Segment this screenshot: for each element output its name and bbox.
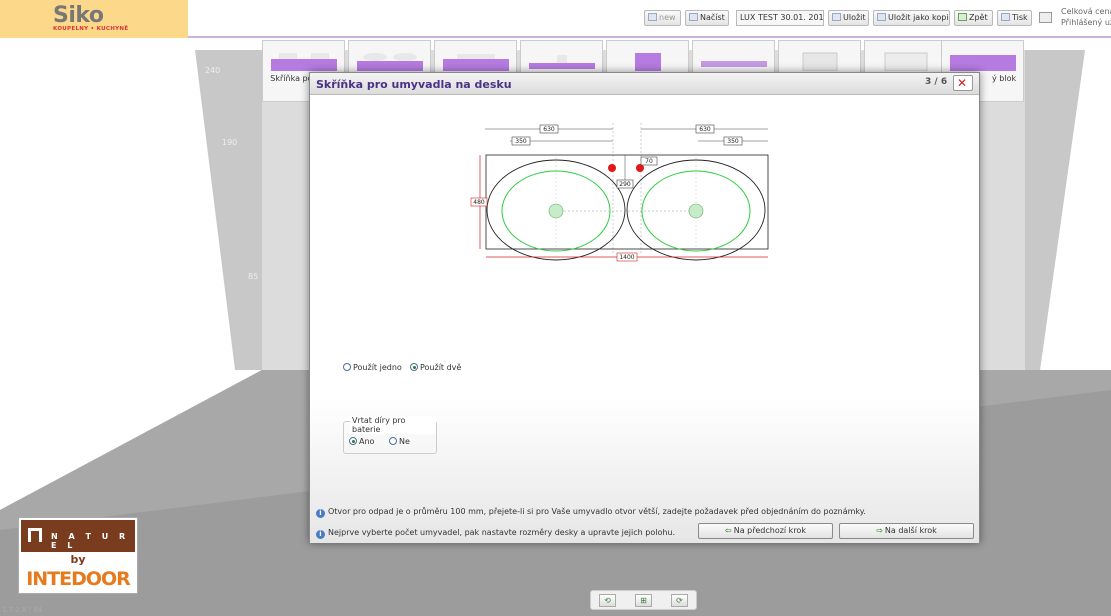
close-button[interactable]: ✕ [953, 75, 973, 91]
reset-icon: ⟳ [676, 596, 683, 605]
dialog-body: 630 350 630 350 70 290 480 1400 Použít j… [310, 95, 979, 543]
new-icon [648, 13, 657, 21]
level-label: 85 [248, 272, 259, 281]
dim-350-left: 350 [515, 138, 527, 145]
naturel-intedoor-logo: N A T U R E L by INTEDOOR [18, 517, 138, 594]
info-icon: i [316, 530, 325, 539]
wizard-dialog: Skříňka pro umyvadla na desku 3 / 6 ✕ 63… [309, 72, 980, 543]
dim-290: 290 [619, 181, 631, 188]
board-image [701, 61, 767, 67]
save-copy-icon [877, 13, 886, 21]
next-step-label: Na další krok [884, 526, 937, 535]
dim-1400: 1400 [619, 254, 634, 261]
logo-text: Siko [53, 3, 104, 28]
save-copy-button[interactable]: Uložit jako kopii [873, 10, 950, 26]
left-drain [548, 203, 564, 219]
intedoor-brand: INTEDOOR [26, 568, 131, 590]
back-label: Zpět [969, 13, 988, 22]
level-label: 190 [222, 138, 238, 147]
layout-view-button[interactable]: ⊞ [635, 594, 652, 607]
faucet-yes-option[interactable]: Ano [349, 437, 374, 446]
double-vanity-image [271, 53, 337, 71]
load-label: Načíst [700, 13, 725, 22]
vanity-image [443, 54, 509, 71]
level-label: 240 [205, 66, 221, 75]
arrow-right-icon: ⇨ [876, 526, 883, 535]
faucet-yes-radio[interactable] [349, 437, 357, 445]
previous-step-label: Na předchozí krok [733, 526, 806, 535]
logo-subtitle: KOUPELNY • KUCHYNĚ [53, 26, 129, 32]
layout-icon: ⊞ [640, 596, 647, 605]
faucet-holes-legend: Vrtat díry pro baterie [350, 416, 436, 434]
info-icon: i [316, 509, 325, 518]
arrow-left-icon: ⇦ [725, 526, 732, 535]
back-button[interactable]: Zpět [954, 10, 993, 26]
vanity-image [357, 53, 423, 71]
use-two-radio[interactable] [410, 363, 418, 371]
dialog-header: Skříňka pro umyvadla na desku 3 / 6 ✕ [310, 73, 979, 95]
use-two-label: Použít dvě [420, 363, 462, 372]
siko-logo: Siko KOUPELNY • KUCHYNĚ [0, 0, 188, 38]
rotate-icon: ⟲ [604, 596, 611, 605]
dim-350-right: 350 [727, 138, 739, 145]
dim-630-left: 630 [543, 126, 555, 133]
previous-step-button[interactable]: ⇦ Na předchozí krok [698, 523, 833, 539]
vanity-image [529, 55, 595, 69]
save-button[interactable]: Uložit [828, 10, 869, 26]
calculator-icon[interactable] [1039, 12, 1052, 23]
left-faucet-hole[interactable] [608, 164, 616, 172]
use-one-option[interactable]: Použít jedno [343, 363, 402, 372]
load-button[interactable]: Načíst [685, 10, 729, 26]
product-label: ý blok [992, 74, 1017, 83]
block-image [950, 55, 1016, 71]
new-button[interactable]: new [644, 10, 681, 26]
naturel-banner: N A T U R E L [21, 520, 135, 552]
use-one-radio[interactable] [343, 363, 351, 371]
total-price-label: Celková cena [1061, 7, 1111, 16]
print-label: Tisk [1012, 13, 1028, 22]
folder-icon [689, 13, 698, 21]
dim-70: 70 [645, 158, 653, 165]
cabinet-image [635, 53, 661, 71]
arrow-left-icon [958, 13, 967, 21]
printer-icon [1001, 13, 1010, 21]
bottom-toolbar: ⟲ ⊞ ⟳ [590, 590, 697, 610]
info-step-note: i Nejprve vyberte počet umyvadel, pak nas… [316, 528, 675, 539]
faucet-no-option[interactable]: Ne [389, 437, 410, 446]
info-drain-note: i Otvor pro odpad je o průměru 100 mm, př… [316, 507, 866, 518]
shelf-image [802, 52, 838, 71]
naturel-mark-icon [28, 528, 42, 542]
basin-drawing[interactable]: 630 350 630 350 70 290 480 1400 [470, 123, 770, 268]
app-header: Siko KOUPELNY • KUCHYNĚ new Načíst LUX T… [0, 0, 1111, 38]
print-button[interactable]: Tisk [997, 10, 1032, 26]
info-drain-text: Otvor pro odpad je o průměru 100 mm, pře… [328, 507, 866, 516]
use-two-option[interactable]: Použít dvě [410, 363, 461, 372]
right-drain [688, 203, 704, 219]
naturel-word: N A T U R E L [51, 532, 130, 550]
faucet-yes-label: Ano [359, 437, 375, 446]
dim-480: 480 [473, 199, 485, 206]
logged-user-label: Přihlášený uživ [1061, 18, 1111, 27]
dim-630-right: 630 [699, 126, 711, 133]
project-name-field[interactable]: LUX TEST 30.01. 201 [736, 10, 824, 26]
dialog-title: Skříňka pro umyvadla na desku [316, 78, 512, 91]
version-label: 1.7.2.8 | 84 [2, 606, 43, 614]
countertop [485, 154, 769, 250]
reset-view-button[interactable]: ⟳ [671, 594, 688, 607]
next-step-button[interactable]: ⇨ Na další krok [839, 523, 974, 539]
faucet-holes-group: Vrtat díry pro baterie Ano Ne [343, 416, 437, 454]
info-step-text: Nejprve vyberte počet umyvadel, pak nast… [328, 528, 676, 537]
save-icon [832, 13, 841, 21]
naturel-by: by [70, 553, 86, 566]
close-icon: ✕ [957, 76, 968, 90]
faucet-no-label: Ne [399, 437, 410, 446]
use-one-label: Použít jedno [353, 363, 402, 372]
new-label: new [659, 13, 676, 22]
save-label: Uložit [843, 13, 866, 22]
step-counter: 3 / 6 [925, 77, 948, 87]
faucet-no-radio[interactable] [389, 437, 397, 445]
rotate-view-button[interactable]: ⟲ [599, 594, 616, 607]
mirror-image [884, 52, 928, 71]
save-copy-label: Uložit jako kopii [888, 13, 950, 22]
